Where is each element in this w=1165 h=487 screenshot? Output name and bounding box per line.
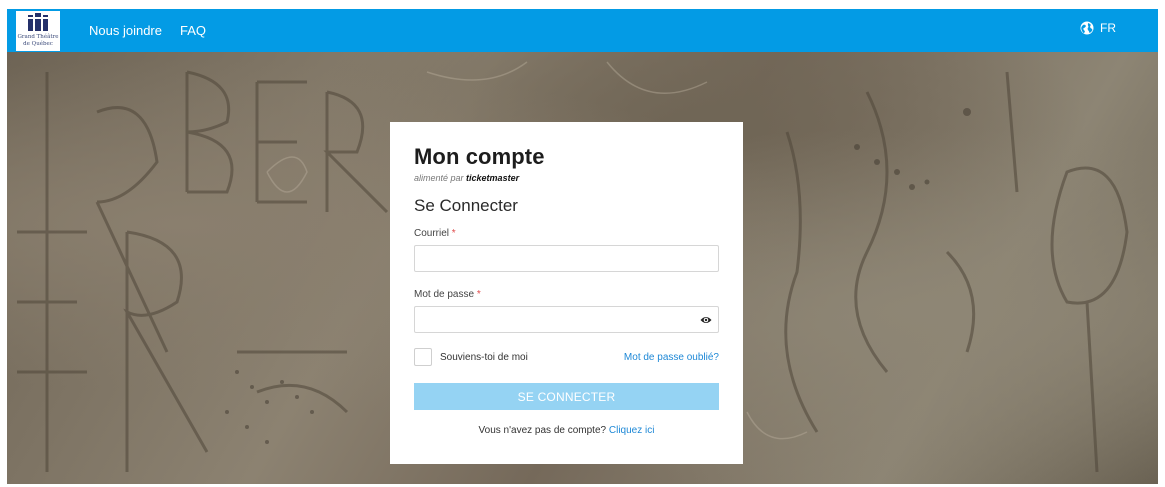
signup-link[interactable]: Cliquez ici [609, 425, 655, 436]
nav-link-faq[interactable]: FAQ [180, 23, 206, 38]
eye-icon[interactable] [700, 315, 712, 325]
email-label: Courriel * [414, 228, 719, 239]
email-field[interactable] [415, 246, 718, 271]
password-label: Mot de passe * [414, 289, 719, 300]
ticketmaster-brand: ticketmaster [466, 173, 520, 183]
remember-me-label: Souviens-toi de moi [440, 351, 528, 363]
powered-by-prefix: alimenté par [414, 173, 464, 183]
password-field[interactable] [415, 307, 718, 332]
remember-me[interactable]: Souviens-toi de moi [414, 348, 528, 366]
language-label: FR [1100, 21, 1116, 35]
grand-theatre-logo[interactable]: Grand Théâtre de Québec [16, 10, 60, 51]
required-marker: * [451, 228, 456, 239]
globe-icon [1080, 21, 1094, 35]
nav-link-contact[interactable]: Nous joindre [89, 23, 162, 38]
powered-by: alimenté par ticketmaster [414, 173, 719, 183]
remember-row: Souviens-toi de moi Mot de passe oublié? [414, 348, 719, 366]
submit-button[interactable]: SE CONNECTER [414, 383, 719, 410]
page-title: Mon compte [414, 144, 545, 169]
logo-text-line1: Grand Théâtre [17, 33, 59, 40]
email-label-text: Courriel [414, 228, 450, 239]
email-field-wrapper [414, 245, 719, 272]
password-label-text: Mot de passe [414, 289, 475, 300]
forgot-password-link[interactable]: Mot de passe oublié? [624, 352, 719, 363]
language-selector[interactable]: FR [1080, 21, 1116, 35]
signup-text: Vous n'avez pas de compte? [478, 425, 607, 436]
login-heading: Se Connecter [414, 196, 518, 215]
remember-me-checkbox[interactable] [414, 348, 432, 366]
logo-text-line2: de Québec [23, 40, 53, 47]
required-marker: * [476, 289, 481, 300]
signup-prompt: Vous n'avez pas de compte? Cliquez ici [414, 425, 719, 436]
top-navigation-bar: Grand Théâtre de Québec Nous joindre FAQ… [7, 9, 1158, 52]
theatre-logo-icon [28, 12, 48, 31]
login-card: Mon compte alimenté par ticketmaster Se … [390, 122, 743, 464]
password-field-wrapper [414, 306, 719, 333]
